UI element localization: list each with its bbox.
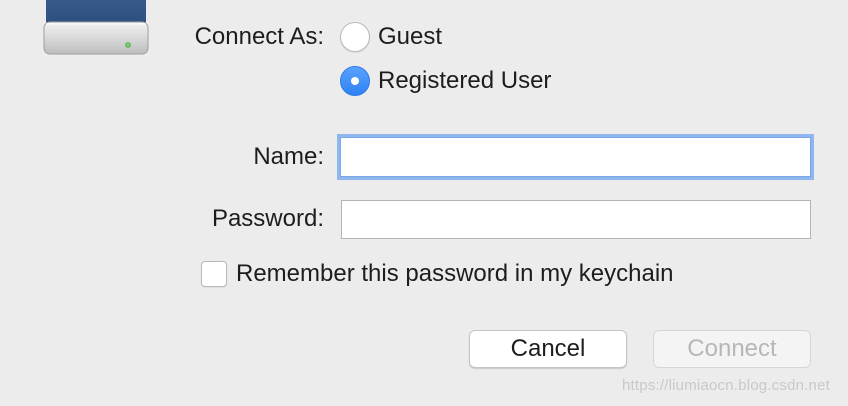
registered-user-radio[interactable] bbox=[340, 66, 370, 96]
connect-as-label: Connect As: bbox=[194, 23, 324, 50]
name-field[interactable] bbox=[340, 137, 811, 177]
cancel-button[interactable]: Cancel bbox=[469, 330, 627, 368]
watermark-text: https://liumiaocn.blog.csdn.net bbox=[622, 377, 830, 394]
registered-user-radio-label[interactable]: Registered User bbox=[378, 66, 551, 96]
guest-radio[interactable] bbox=[340, 22, 370, 52]
external-drive-icon bbox=[42, 0, 150, 57]
password-field[interactable] bbox=[341, 200, 811, 239]
connect-button[interactable]: Connect bbox=[653, 330, 811, 368]
remember-password-checkbox[interactable] bbox=[201, 261, 227, 287]
guest-radio-label[interactable]: Guest bbox=[378, 22, 442, 52]
name-label: Name: bbox=[253, 143, 324, 170]
remember-password-label[interactable]: Remember this password in my keychain bbox=[236, 259, 674, 289]
password-label: Password: bbox=[211, 205, 324, 232]
